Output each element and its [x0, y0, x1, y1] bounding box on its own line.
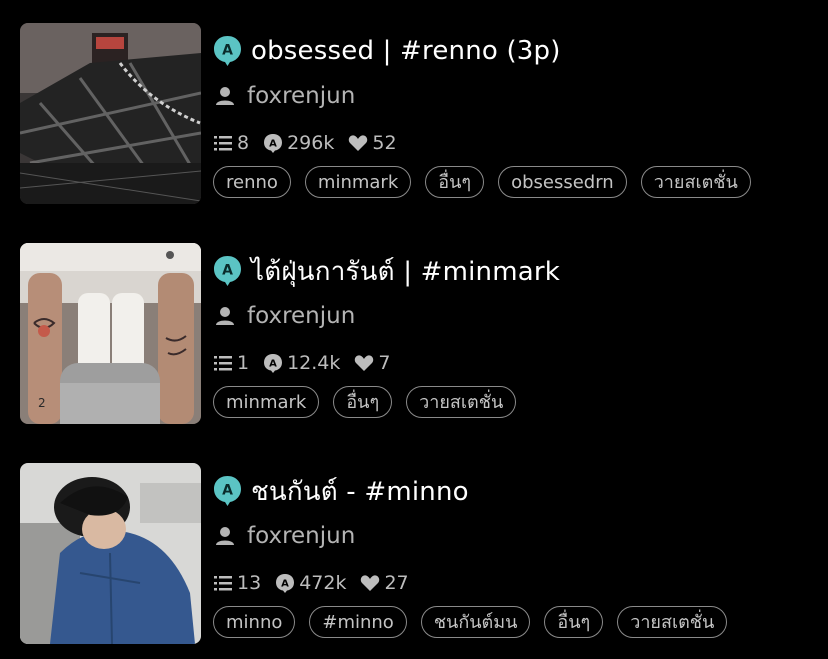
- parts-count: 1: [213, 352, 249, 374]
- reads-count: A 12.4k: [263, 352, 340, 374]
- story-title-row[interactable]: A ชนกันต์ - #minno: [213, 473, 469, 509]
- reads-value: 472k: [299, 572, 347, 594]
- story-title-row[interactable]: A obsessed | #renno (3p): [213, 33, 561, 69]
- story-title-row[interactable]: A ไต้ฝุ่นการันต์ | #minmark: [213, 253, 560, 289]
- parts-value: 13: [237, 572, 262, 594]
- story-info: A ชนกันต์ - #minno foxrenjun 13 A 472k 2…: [213, 463, 810, 644]
- story-card[interactable]: A ชนกันต์ - #minno foxrenjun 13 A 472k 2…: [20, 463, 810, 644]
- heart-icon: [355, 355, 374, 371]
- story-cover-image[interactable]: [20, 463, 201, 644]
- reads-value: 296k: [287, 132, 335, 154]
- story-author[interactable]: foxrenjun: [247, 523, 355, 549]
- tag-chip[interactable]: ชนกันต์มน: [420, 606, 531, 638]
- tag-list: renno minmark อื่นๆ obsessedrn วายสเตชั่…: [213, 165, 765, 199]
- tag-list: minno #minno ชนกันต์มน อื่นๆ วายสเตชั่น: [213, 605, 741, 639]
- tag-chip[interactable]: อื่นๆ: [425, 166, 485, 198]
- completed-badge-icon: A: [213, 475, 242, 507]
- author-row[interactable]: foxrenjun: [213, 301, 355, 331]
- tag-chip[interactable]: วายสเตชั่น: [640, 166, 751, 198]
- story-title[interactable]: ชนกันต์ - #minno: [251, 471, 469, 512]
- reads-count: A 296k: [263, 132, 334, 154]
- tag-chip[interactable]: อื่นๆ: [544, 606, 604, 638]
- heart-icon: [349, 135, 368, 151]
- tag-chip[interactable]: วายสเตชั่น: [406, 386, 517, 418]
- story-card[interactable]: 2 A ไต้ฝุ่นการันต์ | #minmark foxrenjun …: [20, 243, 810, 424]
- reads-value: 12.4k: [287, 352, 341, 374]
- tag-chip[interactable]: obsessedrn: [498, 166, 627, 198]
- story-author[interactable]: foxrenjun: [247, 83, 355, 109]
- votes-count: 52: [348, 132, 397, 154]
- parts-count: 13: [213, 572, 261, 594]
- cover-image-tattooed-arms: 2: [20, 243, 201, 424]
- author-row[interactable]: foxrenjun: [213, 521, 355, 551]
- svg-text:A: A: [222, 43, 233, 59]
- reads-badge-icon: A: [264, 134, 283, 153]
- story-cover-image[interactable]: 2: [20, 243, 201, 424]
- parts-value: 8: [237, 132, 250, 154]
- person-icon: [215, 306, 235, 326]
- svg-text:A: A: [281, 579, 289, 590]
- svg-text:A: A: [269, 359, 277, 370]
- story-title[interactable]: obsessed | #renno (3p): [251, 36, 561, 66]
- votes-value: 52: [372, 132, 397, 154]
- svg-text:A: A: [269, 139, 277, 150]
- story-cover-image[interactable]: [20, 23, 201, 204]
- tag-chip[interactable]: #minno: [309, 606, 407, 638]
- story-card[interactable]: A obsessed | #renno (3p) foxrenjun 8 A 2…: [20, 23, 810, 204]
- tag-chip[interactable]: minmark: [213, 386, 320, 418]
- svg-text:2: 2: [38, 396, 46, 410]
- story-stats: 8 A 296k 52: [213, 131, 411, 155]
- svg-text:A: A: [222, 483, 233, 499]
- tag-chip[interactable]: minno: [213, 606, 296, 638]
- votes-value: 7: [378, 352, 391, 374]
- completed-badge-icon: A: [213, 35, 242, 67]
- story-info: A obsessed | #renno (3p) foxrenjun 8 A 2…: [213, 23, 810, 204]
- list-icon: [214, 576, 232, 591]
- reads-badge-icon: A: [264, 354, 283, 373]
- svg-text:A: A: [222, 263, 233, 279]
- reads-badge-icon: A: [276, 574, 295, 593]
- votes-count: 27: [360, 572, 409, 594]
- tag-chip[interactable]: อื่นๆ: [333, 386, 393, 418]
- cover-image-denim-portrait: [20, 463, 201, 644]
- person-icon: [215, 86, 235, 106]
- votes-value: 27: [384, 572, 409, 594]
- person-icon: [215, 526, 235, 546]
- heart-icon: [361, 575, 380, 591]
- story-info: A ไต้ฝุ่นการันต์ | #minmark foxrenjun 1 …: [213, 243, 810, 424]
- parts-count: 8: [213, 132, 249, 154]
- story-title[interactable]: ไต้ฝุ่นการันต์ | #minmark: [251, 251, 560, 292]
- cover-image-plaid-skirt: [20, 23, 201, 204]
- tag-list: minmark อื่นๆ วายสเตชั่น: [213, 385, 530, 419]
- tag-chip[interactable]: วายสเตชั่น: [617, 606, 728, 638]
- story-stats: 13 A 472k 27: [213, 571, 423, 595]
- tag-chip[interactable]: minmark: [304, 166, 412, 198]
- parts-value: 1: [237, 352, 250, 374]
- tag-chip[interactable]: renno: [213, 166, 291, 198]
- story-stats: 1 A 12.4k 7: [213, 351, 405, 375]
- author-row[interactable]: foxrenjun: [213, 81, 355, 111]
- list-icon: [214, 136, 232, 151]
- completed-badge-icon: A: [213, 255, 242, 287]
- list-icon: [214, 356, 232, 371]
- votes-count: 7: [354, 352, 391, 374]
- reads-count: A 472k: [275, 572, 346, 594]
- story-author[interactable]: foxrenjun: [247, 303, 355, 329]
